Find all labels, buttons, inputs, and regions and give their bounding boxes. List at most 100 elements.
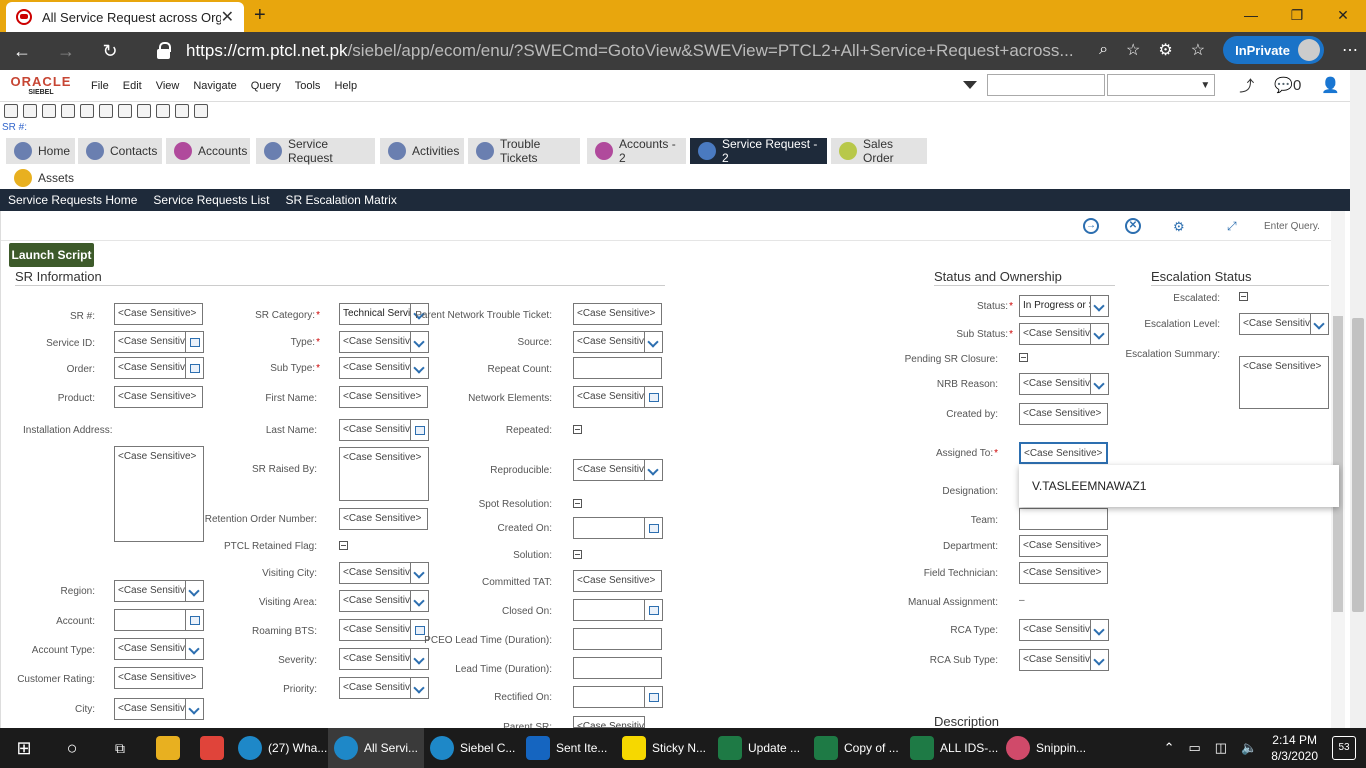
escalated-checkbox[interactable] [1239,292,1248,301]
user-icon[interactable]: 👤 [1321,76,1340,94]
visiting-area-field[interactable]: <Case Sensitive> [339,590,411,612]
browser-tab[interactable]: All Service Request across Organ ✕ [6,2,244,32]
rca-sub-type-field[interactable]: <Case Sensitive> [1019,649,1091,671]
taskbar-outlook[interactable]: Sent Ite... [520,728,616,768]
menu-edit[interactable]: Edit [116,80,149,92]
clock[interactable]: 2:14 PM 8/3/2020 [1271,732,1318,764]
escalation-summary-field[interactable]: <Case Sensitive> [1239,356,1329,409]
rca-type-dropdown-icon[interactable] [1091,619,1109,641]
menu-tools[interactable]: Tools [288,80,328,92]
file-explorer-icon[interactable] [144,728,192,768]
source-dropdown-icon[interactable] [645,331,663,353]
back-icon[interactable]: ← [0,41,44,62]
pceo-lead-time-field[interactable] [573,628,662,650]
sr-field[interactable]: <Case Sensitive> [114,303,203,325]
chart-icon[interactable] [194,104,208,118]
nrb-reason-dropdown-icon[interactable] [1091,373,1109,395]
taskbar-snipping-tool[interactable]: Snippin... [1000,728,1096,768]
import-icon[interactable] [80,104,94,118]
tab-service-request-2[interactable]: Service Request - 2 [690,137,827,165]
sub-status-field[interactable]: <Case Sensitive> [1019,323,1091,345]
more-icon[interactable]: ⋯ [1342,40,1358,60]
order-picker-icon[interactable] [186,357,204,379]
severity-dropdown-icon[interactable] [411,648,429,670]
menu-file[interactable]: File [84,80,116,92]
search-icon[interactable] [4,104,18,118]
city-field[interactable]: <Case Sensitive> [114,698,186,720]
page-scrollbar-thumb[interactable] [1352,318,1364,612]
menu-help[interactable]: Help [327,80,364,92]
spot-resolution-checkbox[interactable] [573,499,582,508]
severity-field[interactable]: <Case Sensitive> [339,648,411,670]
lead-time-field[interactable] [573,657,662,679]
pending-sr-closure-checkbox[interactable] [1019,353,1028,362]
customer-rating-field[interactable]: <Case Sensitive> [114,667,203,689]
calendar-icon[interactable] [645,686,663,708]
reproducible-field[interactable]: <Case Sensitive> [573,459,645,481]
product-field[interactable]: <Case Sensitive> [114,386,203,408]
network-elements-field[interactable]: <Case Sensitive> [573,386,645,408]
visiting-city-dropdown-icon[interactable] [411,562,429,584]
service-id-field[interactable]: <Case Sensitive> [114,331,186,353]
back-nav-icon[interactable] [23,104,37,118]
order-field[interactable]: <Case Sensitive> [114,357,186,379]
installation-address-field[interactable]: <Case Sensitive> [114,446,204,542]
last-name-field[interactable]: <Case Sensitive> [339,419,411,441]
team-field[interactable] [1019,508,1108,530]
plus-icon[interactable]: + [254,4,266,27]
export-icon[interactable] [99,104,113,118]
wifi-icon[interactable]: ◫ [1215,740,1227,756]
tab-contacts[interactable]: Contacts [78,138,162,164]
minimize-icon[interactable]: — [1228,0,1274,30]
refresh-icon[interactable]: ↻ [88,41,132,62]
last-name-picker-icon[interactable] [411,419,429,441]
search-icon[interactable]: ○ [48,728,96,768]
network-icon[interactable]: ▭ [1189,740,1201,756]
close-window-icon[interactable]: ✕ [1320,0,1366,30]
action-center-badge[interactable]: 53 [1332,736,1356,760]
search-select[interactable]: ▼ [1107,74,1216,96]
close-tab-icon[interactable]: ✕ [221,7,234,27]
calendar-icon[interactable] [645,517,663,539]
volume-icon[interactable]: 🔈 [1241,740,1257,756]
escalation-level-field[interactable]: <Case Sensitive> [1239,313,1311,335]
taskbar-sticky-notes[interactable]: Sticky N... [616,728,712,768]
city-dropdown-icon[interactable] [186,698,204,720]
notifications-icon[interactable]: 💬0 [1274,76,1301,94]
rectified-on-field[interactable] [573,686,645,708]
taskbar-all-service-edge[interactable]: All Servi... [328,728,424,768]
parent-ntt-field[interactable]: <Case Sensitive> [573,303,662,325]
extensions-icon[interactable]: ⚙ [1158,40,1172,60]
region-field[interactable]: <Case Sensitive> [114,580,186,602]
account-field[interactable] [114,609,186,631]
suggestion-item[interactable]: V.TASLEEMNAWAZ1 [1032,479,1146,493]
source-field[interactable]: <Case Sensitive> [573,331,645,353]
view-tab-sr-escalation[interactable]: SR Escalation Matrix [277,193,404,207]
tab-accounts-2[interactable]: Accounts - 2 [587,137,686,165]
gear-icon[interactable]: ⚙ [1173,219,1185,235]
applet-scrollbar-thumb[interactable] [1333,316,1343,612]
tab-service-request[interactable]: Service Request [256,137,375,165]
nrb-reason-field[interactable]: <Case Sensitive> [1019,373,1091,395]
view-tab-sr-list[interactable]: Service Requests List [145,193,277,216]
taskbar-siebel-edge[interactable]: Siebel C... [424,728,520,768]
menu-view[interactable]: View [149,80,187,92]
task-icon[interactable] [61,104,75,118]
launch-script-button[interactable]: Launch Script [9,243,94,267]
tab-home[interactable]: Home [6,138,75,164]
page-scrollbar[interactable] [1350,70,1366,728]
tab-assets[interactable]: Assets [6,165,74,191]
network-elements-picker-icon[interactable] [645,386,663,408]
region-dropdown-icon[interactable] [186,580,204,602]
share-icon[interactable]: ⤴ [1239,75,1254,96]
url-field[interactable]: https://crm.ptcl.net.pk/siebel/app/ecom/… [146,36,1102,66]
repeat-count-field[interactable] [573,357,662,379]
app-red-icon[interactable] [192,728,232,768]
save-icon[interactable] [42,104,56,118]
cancel-query-icon[interactable]: ✕ [1125,218,1141,234]
repeated-checkbox[interactable] [573,425,582,434]
view-tab-sr-home[interactable]: Service Requests Home [0,193,145,207]
taskbar-excel-copy[interactable]: Copy of ... [808,728,904,768]
caret-down-icon[interactable] [963,81,978,89]
sr-category-field[interactable]: Technical Servic [339,303,411,325]
